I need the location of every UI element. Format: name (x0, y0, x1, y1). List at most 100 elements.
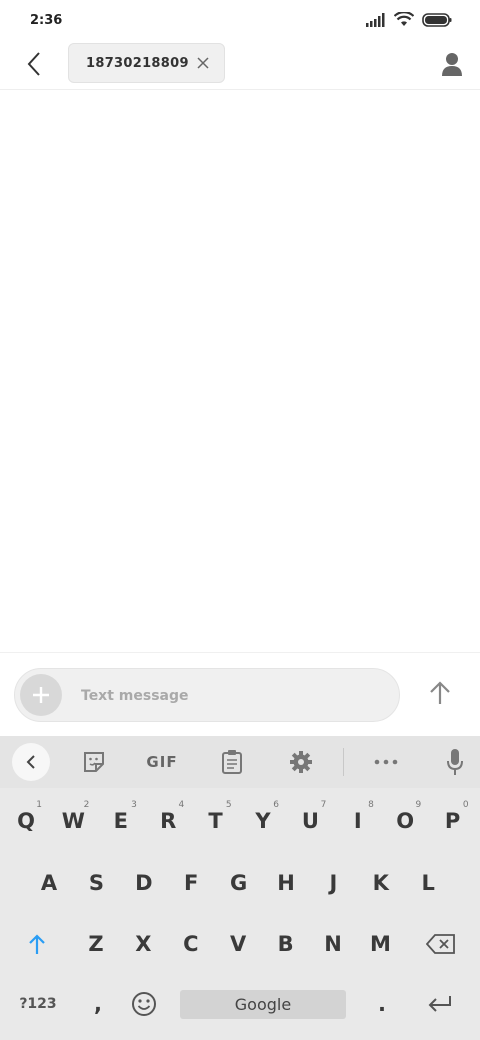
voice-input-button[interactable] (442, 748, 468, 776)
key-label: K (372, 871, 389, 895)
key-hint: 3 (131, 800, 137, 810)
key-label: P (444, 809, 461, 833)
gear-icon (290, 751, 312, 773)
key-t[interactable]: T5 (194, 794, 238, 848)
backspace-key[interactable] (419, 917, 463, 971)
key-label: F (184, 871, 199, 895)
key-label: H (277, 871, 295, 895)
key-c[interactable]: C (169, 917, 213, 971)
status-time: 2:36 (30, 13, 63, 28)
status-icons (366, 12, 452, 27)
key-d[interactable]: D (122, 856, 166, 910)
key-x[interactable]: X (121, 917, 165, 971)
gif-label: GIF (146, 753, 178, 771)
emoji-icon (132, 992, 156, 1016)
key-z[interactable]: Z (74, 917, 118, 971)
key-label: A (40, 871, 58, 895)
symbols-key[interactable]: ?123 (12, 977, 64, 1031)
key-label: V (230, 932, 247, 956)
key-label: C (183, 932, 199, 956)
send-arrow-icon[interactable] (426, 679, 454, 707)
wifi-icon (394, 12, 414, 26)
emoji-key[interactable] (122, 977, 166, 1031)
key-j[interactable]: J (311, 856, 355, 910)
backspace-icon (426, 934, 455, 954)
key-w[interactable]: W2 (51, 794, 95, 848)
toolbar-divider (343, 748, 344, 776)
key-label: U (301, 809, 319, 833)
key-label: O (396, 809, 415, 833)
chevron-left-icon (27, 52, 40, 76)
key-b[interactable]: B (264, 917, 308, 971)
key-label: G (229, 871, 248, 895)
plus-icon (33, 687, 49, 703)
key-v[interactable]: V (216, 917, 260, 971)
key-hint: 8 (368, 800, 374, 810)
toolbar-collapse-button[interactable] (12, 743, 50, 781)
key-label: N (324, 932, 342, 956)
key-label: R (160, 809, 177, 833)
key-p[interactable]: P0 (431, 794, 475, 848)
close-icon[interactable] (196, 56, 210, 70)
key-hint: 4 (178, 800, 185, 810)
key-q[interactable]: Q1 (4, 794, 48, 848)
key-k[interactable]: K (359, 856, 403, 910)
key-l[interactable]: L (406, 856, 450, 910)
key-label: L (421, 871, 435, 895)
key-label: E (113, 809, 128, 833)
key-label: I (353, 809, 362, 833)
key-g[interactable]: G (217, 856, 261, 910)
sticker-icon (84, 752, 104, 772)
key-a[interactable]: A (27, 856, 71, 910)
key-label: Y (255, 809, 271, 833)
key-hint: 6 (273, 800, 279, 810)
shift-arrow-icon (29, 934, 45, 954)
gif-button[interactable]: GIF (140, 748, 184, 776)
key-s[interactable]: S (74, 856, 118, 910)
key-n[interactable]: N (311, 917, 355, 971)
key-hint: 1 (36, 800, 42, 810)
comma-key[interactable]: , (76, 977, 120, 1031)
key-label: B (277, 932, 294, 956)
chevron-left-icon (26, 755, 35, 769)
attach-button[interactable] (20, 674, 62, 716)
message-placeholder: Text message (81, 688, 189, 704)
status-bar: 2:36 (0, 0, 480, 40)
key-label: Q (17, 809, 35, 833)
space-key[interactable]: Google (180, 990, 346, 1019)
more-horizontal-icon (374, 759, 398, 765)
key-m[interactable]: M (358, 917, 402, 971)
shift-key[interactable] (15, 917, 59, 971)
key-o[interactable]: O9 (383, 794, 427, 848)
key-r[interactable]: R4 (146, 794, 190, 848)
message-input[interactable]: Text message (14, 668, 400, 722)
recipient-chip[interactable]: 18730218809 (68, 43, 225, 83)
sticker-button[interactable] (80, 748, 108, 776)
keyboard-toolbar: GIF (0, 736, 480, 788)
key-label: S (88, 871, 104, 895)
key-hint: 7 (320, 800, 327, 810)
key-h[interactable]: H (264, 856, 308, 910)
period-key[interactable]: . (360, 977, 404, 1031)
key-label: T (208, 809, 223, 833)
key-f[interactable]: F (169, 856, 213, 910)
key-label: J (329, 871, 338, 895)
soft-keyboard: G I F Q 1 W 2 E 3 R 4 T 5 Y 6 U 7 I 8 O 9 … (0, 736, 480, 1040)
battery-icon (422, 12, 452, 27)
contact-icon[interactable] (438, 50, 466, 78)
more-button[interactable] (372, 748, 400, 776)
settings-button[interactable] (287, 748, 315, 776)
key-label: Z (88, 932, 104, 956)
key-u[interactable]: U7 (288, 794, 332, 848)
clipboard-button[interactable] (218, 748, 246, 776)
compose-bar: Text message (0, 652, 480, 736)
key-i[interactable]: I8 (336, 794, 380, 848)
key-hint: 0 (462, 800, 469, 810)
key-e[interactable]: E3 (99, 794, 143, 848)
microphone-icon (447, 749, 463, 775)
back-button[interactable] (18, 48, 50, 80)
key-hint: 9 (415, 800, 422, 810)
return-arrow-icon (428, 996, 451, 1012)
key-y[interactable]: Y6 (241, 794, 285, 848)
enter-key[interactable] (418, 977, 462, 1031)
